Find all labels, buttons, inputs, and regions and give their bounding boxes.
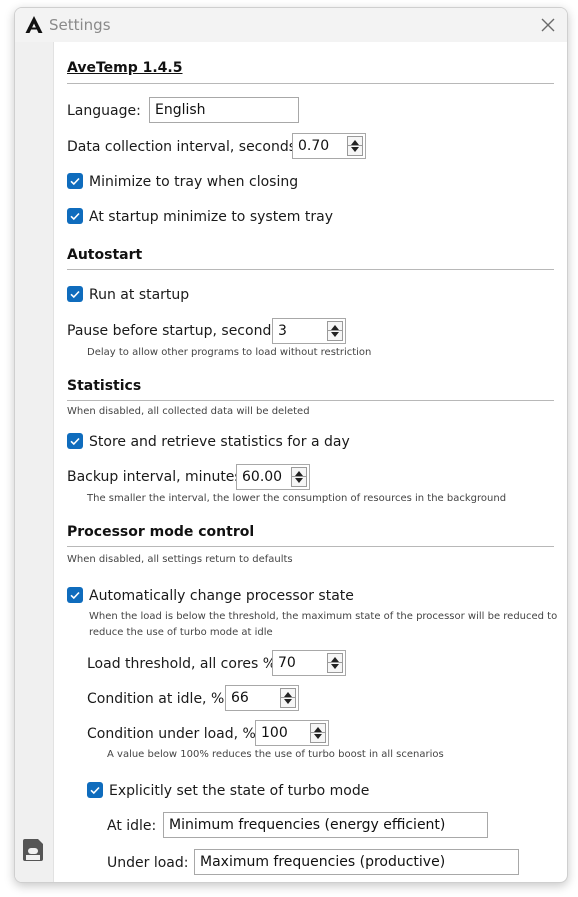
close-icon[interactable] (535, 12, 561, 38)
auto-change-hint-line2: reduce the use of turbo mode at idle (89, 627, 273, 638)
run-at-startup-label: Run at startup (89, 287, 190, 303)
load-value: 100 (261, 725, 288, 741)
checkmark-icon (90, 786, 100, 795)
spin-arrows-icon[interactable] (310, 723, 326, 743)
autostart-header: Autostart (67, 247, 143, 263)
at-idle-label: At idle: (107, 818, 157, 834)
threshold-value: 70 (278, 655, 296, 671)
checkmark-icon (70, 177, 80, 186)
interval-label: Data collection interval, seconds: (67, 139, 301, 155)
interval-spinbox[interactable]: 0.70 (292, 133, 366, 159)
checkmark-icon (70, 591, 80, 600)
spin-arrows-icon[interactable] (327, 321, 343, 341)
language-field[interactable]: English (149, 97, 299, 123)
interval-value: 0.70 (298, 138, 330, 154)
store-statistics-label: Store and retrieve statistics for a day (89, 434, 350, 450)
checkmark-icon (70, 212, 80, 221)
processor-header: Processor mode control (67, 524, 255, 540)
checkmark-icon (70, 290, 80, 299)
under-load-field[interactable]: Maximum frequencies (productive) (194, 849, 519, 875)
auto-change-checkbox[interactable] (67, 587, 83, 603)
spin-arrows-icon[interactable] (347, 136, 363, 156)
run-at-startup-checkbox[interactable] (67, 286, 83, 302)
sidebar (15, 42, 54, 882)
backup-spinbox[interactable]: 60.00 (236, 464, 310, 490)
turbo-mode-label: Explicitly set the state of turbo mode (109, 783, 370, 799)
backup-value: 60.00 (242, 469, 283, 485)
threshold-spinbox[interactable]: 70 (272, 650, 346, 676)
statistics-hint: When disabled, all collected data will b… (67, 406, 310, 417)
startup-minimize-label: At startup minimize to system tray (89, 209, 333, 225)
divider (67, 269, 554, 270)
load-spinbox[interactable]: 100 (255, 720, 329, 746)
at-idle-field[interactable]: Minimum frequencies (energy efficient) (163, 812, 488, 838)
turbo-mode-checkbox[interactable] (87, 782, 103, 798)
auto-change-label: Automatically change processor state (89, 588, 354, 604)
settings-window: Settings AveTemp 1.4.5 Language: English… (14, 7, 568, 883)
load-hint: A value below 100% reduces the use of tu… (107, 749, 444, 760)
spin-arrows-icon[interactable] (280, 688, 296, 708)
title-bar: Settings (15, 8, 567, 42)
divider (67, 400, 554, 401)
language-label: Language: (67, 103, 141, 119)
minimize-tray-label: Minimize to tray when closing (89, 174, 299, 190)
backup-hint: The smaller the interval, the lower the … (87, 493, 507, 504)
threshold-label: Load threshold, all cores %: (87, 656, 281, 672)
auto-change-hint-line1: When the load is below the threshold, th… (89, 611, 558, 622)
divider (67, 546, 554, 547)
spin-arrows-icon[interactable] (291, 467, 307, 487)
spin-arrows-icon[interactable] (327, 653, 343, 673)
load-label: Condition under load, %: (87, 726, 261, 742)
backup-label: Backup interval, minutes: (67, 469, 247, 485)
under-load-label: Under load: (107, 855, 189, 871)
settings-content: AveTemp 1.4.5 Language: English Data col… (53, 42, 567, 882)
processor-hint: When disabled, all settings return to de… (67, 554, 293, 565)
pause-spinbox[interactable]: 3 (272, 318, 346, 344)
save-icon[interactable] (20, 836, 46, 864)
idle-label: Condition at idle, %: (87, 691, 229, 707)
idle-spinbox[interactable]: 66 (225, 685, 299, 711)
divider (67, 83, 554, 84)
startup-minimize-checkbox[interactable] (67, 208, 83, 224)
store-statistics-checkbox[interactable] (67, 433, 83, 449)
avetemp-logo-icon (25, 16, 43, 33)
window-title: Settings (49, 16, 111, 34)
pause-hint: Delay to allow other programs to load wi… (87, 347, 372, 358)
idle-value: 66 (231, 690, 249, 706)
app-version-header: AveTemp 1.4.5 (67, 60, 183, 76)
pause-value: 3 (278, 323, 287, 339)
checkmark-icon (70, 437, 80, 446)
pause-label: Pause before startup, seconds: (67, 323, 284, 339)
minimize-tray-checkbox[interactable] (67, 173, 83, 189)
statistics-header: Statistics (67, 378, 142, 394)
